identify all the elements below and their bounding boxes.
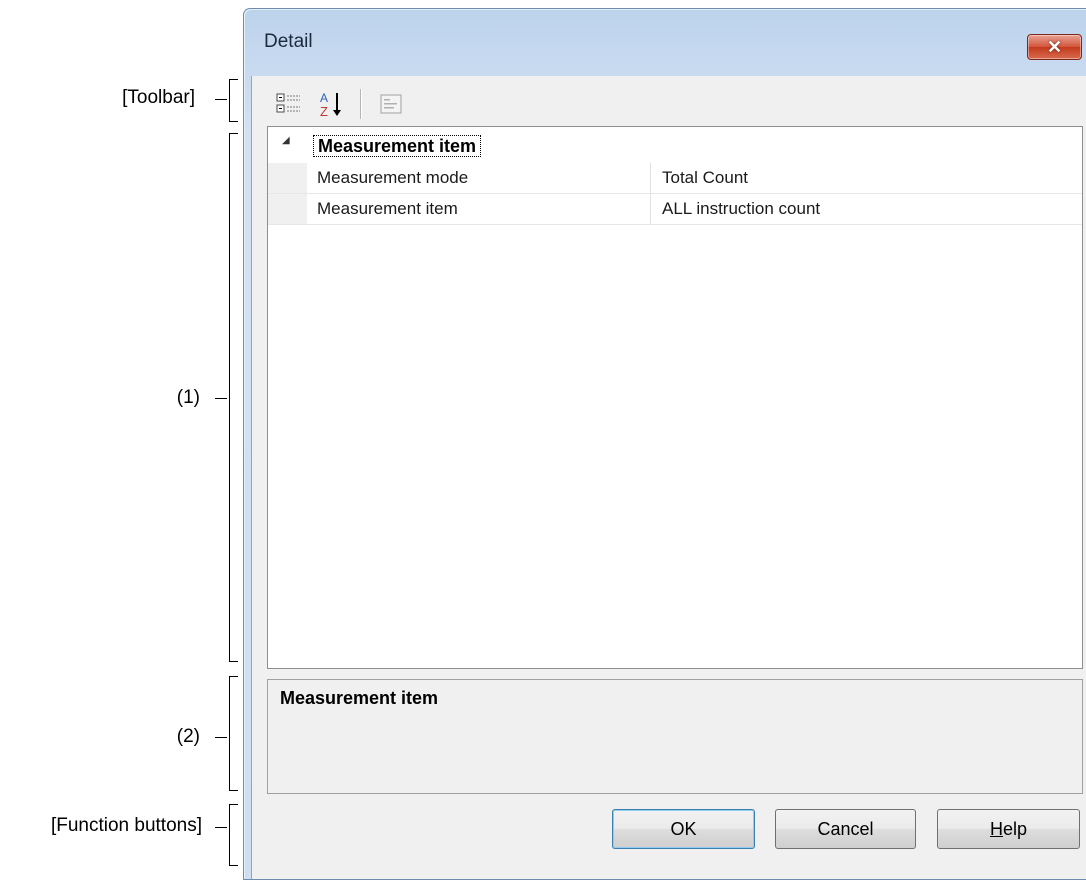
property-name: Measurement mode xyxy=(317,168,469,187)
ok-button[interactable]: OK xyxy=(612,809,755,849)
column-divider xyxy=(650,163,651,193)
property-value[interactable]: ALL instruction count xyxy=(662,199,820,219)
help-button[interactable]: Help xyxy=(937,809,1080,849)
detail-dialog: Detail ✕ A Z ◢ Measurement item Measurem… xyxy=(243,8,1086,880)
description-title: Measurement item xyxy=(280,688,439,708)
column-divider xyxy=(650,194,651,224)
category-label: Measurement item xyxy=(313,135,482,157)
property-pages-icon xyxy=(380,94,402,114)
dialog-client-area: A Z ◢ Measurement item Measurement mode … xyxy=(251,76,1086,879)
function-buttons-annotation-tick xyxy=(215,827,227,828)
property-value[interactable]: Total Count xyxy=(662,168,748,188)
cancel-button[interactable]: Cancel xyxy=(775,809,916,849)
ok-label: OK xyxy=(670,818,697,839)
description-annotation-tick xyxy=(215,737,227,738)
collapse-triangle-icon[interactable]: ◢ xyxy=(282,135,290,146)
property-grid: ◢ Measurement item Measurement mode Tota… xyxy=(267,126,1083,669)
categorized-icon xyxy=(276,93,300,113)
toolbar-separator xyxy=(360,89,362,119)
toolbar-annotation: [Toolbar] xyxy=(122,87,195,108)
category-row[interactable]: ◢ Measurement item xyxy=(268,133,1082,159)
toolbar-annotation-bracket xyxy=(229,79,238,122)
row-gutter xyxy=(268,163,307,193)
property-name: Measurement item xyxy=(317,199,458,218)
grid-annotation-tick xyxy=(215,398,227,399)
dialog-title: Detail xyxy=(264,31,313,52)
grid-annotation-bracket xyxy=(229,133,238,662)
help-label: Help xyxy=(989,818,1028,839)
close-icon: ✕ xyxy=(1046,37,1063,57)
cancel-label: Cancel xyxy=(817,818,874,839)
row-gutter xyxy=(268,194,307,224)
property-pages-button[interactable] xyxy=(374,88,408,120)
description-annotation: (2) xyxy=(176,726,200,747)
grid-annotation: (1) xyxy=(176,387,200,408)
alphabetical-sort-button[interactable]: A Z xyxy=(314,88,348,120)
toolbar: A Z xyxy=(272,86,408,122)
svg-text:Z: Z xyxy=(320,104,328,119)
svg-text:A: A xyxy=(320,91,328,105)
property-row[interactable]: Measurement mode Total Count xyxy=(268,163,1082,194)
description-annotation-bracket xyxy=(229,676,238,791)
function-buttons-annotation: [Function buttons] xyxy=(50,815,202,836)
description-panel: Measurement item xyxy=(267,679,1083,794)
toolbar-annotation-tick xyxy=(215,99,227,100)
property-row[interactable]: Measurement item ALL instruction count xyxy=(268,194,1082,225)
categorized-view-button[interactable] xyxy=(272,88,306,120)
close-button[interactable]: ✕ xyxy=(1027,34,1082,60)
sort-az-icon: A Z xyxy=(320,91,341,119)
function-buttons-annotation-bracket xyxy=(229,804,238,866)
